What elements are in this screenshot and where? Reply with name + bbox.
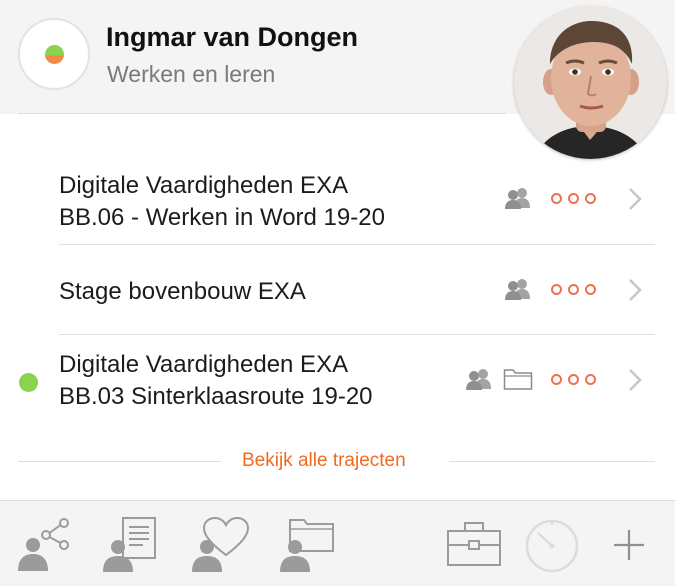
traject-active-dot <box>19 373 38 392</box>
student-photo <box>514 6 667 159</box>
status-dot-icon <box>45 45 64 64</box>
folder-person-icon[interactable] <box>278 515 338 573</box>
student-overview: Ingmar van Dongen Werken en leren Digita… <box>0 0 675 586</box>
view-all-trajects-link[interactable]: Bekijk alle trajecten <box>242 450 406 472</box>
traject-1-line1[interactable]: Digitale Vaardigheden EXA <box>59 170 348 202</box>
student-status-indicator[interactable] <box>18 18 90 90</box>
student-subtitle: Werken en leren <box>107 61 276 87</box>
chevron-right-icon[interactable] <box>627 277 643 303</box>
folder-icon[interactable] <box>503 367 533 391</box>
heart-person-icon[interactable] <box>190 515 250 573</box>
traject-3-line1[interactable]: Digitale Vaardigheden EXA <box>59 349 348 381</box>
timer-icon[interactable] <box>523 515 581 573</box>
share-person-icon[interactable] <box>14 515 72 573</box>
traject-3-line2[interactable]: BB.03 Sinterklaasroute 19-20 <box>59 381 373 413</box>
more-dots-icon[interactable] <box>551 193 596 204</box>
group-icon[interactable] <box>503 277 532 301</box>
view-all-section: Bekijk alle trajecten <box>18 450 655 472</box>
plus-icon[interactable] <box>612 528 646 562</box>
bottom-toolbar <box>0 500 675 586</box>
divider-left <box>18 461 221 462</box>
group-icon[interactable] <box>503 186 532 210</box>
row-divider <box>59 334 655 335</box>
more-dots-icon[interactable] <box>551 284 596 295</box>
traject-1-line2[interactable]: BB.06 - Werken in Word 19-20 <box>59 202 385 234</box>
chevron-right-icon[interactable] <box>627 367 643 393</box>
student-name: Ingmar van Dongen <box>106 22 359 52</box>
divider-right <box>449 461 655 462</box>
header-divider <box>18 113 506 114</box>
traject-2-line1[interactable]: Stage bovenbouw EXA <box>59 276 306 308</box>
avatar[interactable] <box>514 6 667 159</box>
chevron-right-icon[interactable] <box>627 186 643 212</box>
more-dots-icon[interactable] <box>551 374 596 385</box>
group-icon[interactable] <box>464 367 493 391</box>
row-divider <box>59 244 655 245</box>
document-person-icon[interactable] <box>101 515 159 573</box>
briefcase-icon[interactable] <box>446 519 502 569</box>
